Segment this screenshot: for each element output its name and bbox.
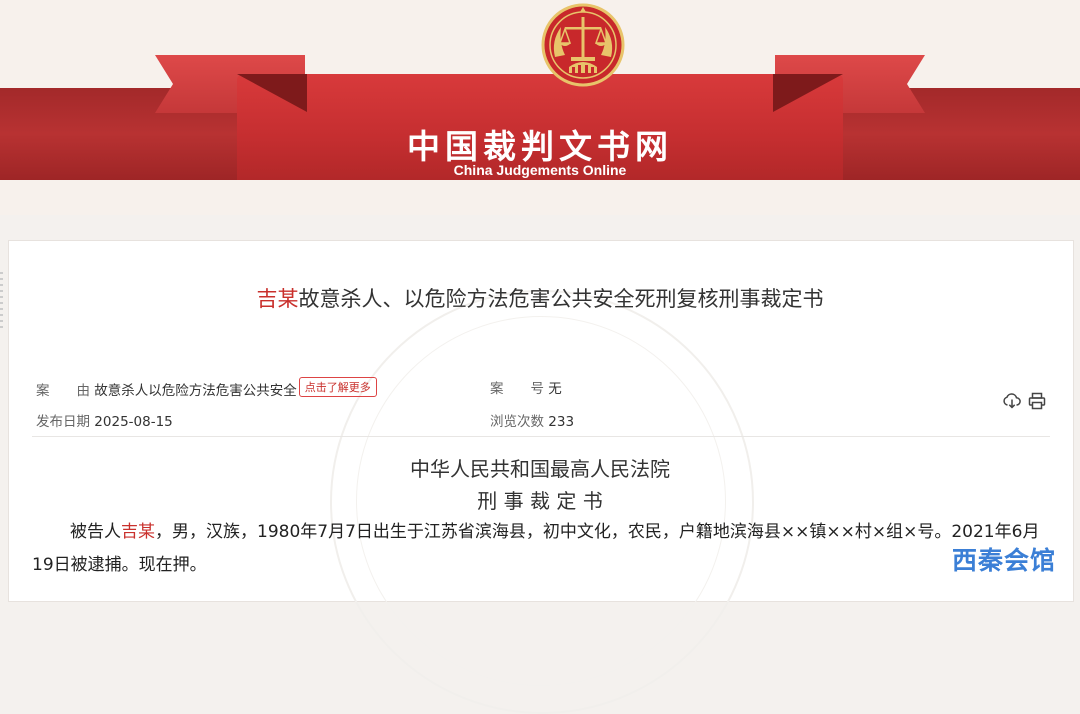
site-name-cn: 中国裁判文书网 — [407, 127, 673, 166]
cause-value: 故意杀人以危险方法危害公共安全 — [94, 383, 297, 399]
document-title: 吉某故意杀人、以危险方法危害公共安全死刑复核刑事裁定书 — [0, 283, 1080, 313]
court-emblem-icon[interactable] — [541, 3, 625, 87]
publish-date-label: 发布日期 — [36, 414, 90, 430]
defendant-name[interactable]: 吉某 — [121, 522, 155, 542]
views-field: 浏览次数 233 — [490, 410, 574, 430]
cause-label: 案 由 — [36, 383, 90, 399]
title-text: 故意杀人、以危险方法危害公共安全死刑复核刑事裁定书 — [298, 287, 824, 311]
court-name: 中华人民共和国最高人民法院 — [410, 457, 670, 481]
cause-field: 案 由 故意杀人以危险方法危害公共安全 点击了解更多 — [36, 377, 377, 399]
para-text: ，男，汉族，1980年7月7日出生于江苏省滨海县，初中文化，农民，户籍地滨海县×… — [32, 522, 1040, 575]
print-icon[interactable] — [1028, 392, 1046, 410]
corner-watermark-logo: 西秦会馆 — [952, 546, 1057, 575]
views-label: 浏览次数 — [490, 414, 544, 430]
para-prefix: 被告人 — [70, 522, 121, 542]
case-number-field: 案 号 无 — [490, 377, 562, 397]
site-header-banner: 中国裁判文书网 China Judgements Online — [0, 0, 1080, 215]
document-type: 刑 事 裁 定 书 — [477, 489, 603, 513]
learn-more-button[interactable]: 点击了解更多 — [298, 377, 377, 397]
case-number-value: 无 — [548, 381, 562, 397]
document-body-paragraph: 被告人吉某，男，汉族，1980年7月7日出生于江苏省滨海县，初中文化，农民，户籍… — [32, 516, 1042, 582]
case-number-label: 案 号 — [490, 381, 544, 397]
site-name-en: China Judgements Online — [453, 162, 627, 178]
views-value: 233 — [548, 414, 575, 430]
publish-date-field: 发布日期 2025-08-15 — [36, 410, 173, 430]
download-icon[interactable] — [1003, 392, 1021, 410]
publish-date-value: 2025-08-15 — [94, 414, 173, 430]
title-defendant-name[interactable]: 吉某 — [257, 287, 299, 311]
meta-divider — [32, 436, 1050, 437]
